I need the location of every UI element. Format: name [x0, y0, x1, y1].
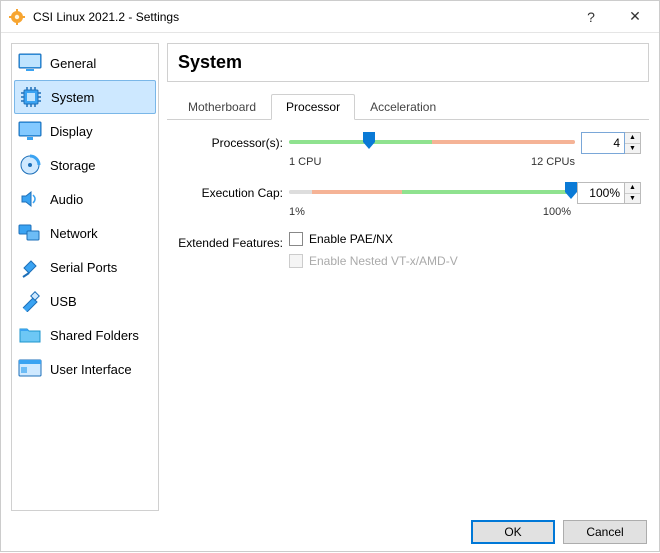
app-icon: [9, 9, 25, 25]
processors-label: Processor(s):: [171, 132, 289, 150]
sidebar-item-label: General: [50, 56, 96, 71]
processors-spinner[interactable]: ▲▼: [625, 132, 641, 154]
close-button[interactable]: ✕: [613, 2, 657, 32]
processors-input[interactable]: [581, 132, 625, 154]
execution-cap-row: Execution Cap:: [171, 182, 641, 218]
sidebar-item-label: Serial Ports: [50, 260, 117, 275]
monitor-icon: [18, 51, 42, 75]
spin-down-icon[interactable]: ▼: [625, 194, 640, 204]
exec-cap-min-label: 1%: [289, 206, 305, 218]
chip-icon: [19, 85, 43, 109]
sidebar-item-general[interactable]: General: [14, 46, 156, 80]
sidebar-item-serial-ports[interactable]: Serial Ports: [14, 250, 156, 284]
speaker-icon: [18, 187, 42, 211]
tab-processor[interactable]: Processor: [271, 94, 355, 120]
enable-pae-label: Enable PAE/NX: [309, 232, 393, 246]
content-area: General System Display Storage Audio Net…: [1, 33, 659, 511]
window-title: CSI Linux 2021.2 - Settings: [33, 10, 569, 24]
sidebar: General System Display Storage Audio Net…: [11, 43, 159, 511]
sidebar-item-label: Display: [50, 124, 93, 139]
sidebar-item-label: Audio: [50, 192, 83, 207]
exec-cap-max-label: 100%: [543, 206, 571, 218]
spin-up-icon[interactable]: ▲: [625, 133, 640, 144]
sidebar-item-label: Storage: [50, 158, 96, 173]
titlebar: CSI Linux 2021.2 - Settings ? ✕: [1, 1, 659, 33]
tab-motherboard[interactable]: Motherboard: [173, 94, 271, 120]
plug-icon: [18, 255, 42, 279]
disk-icon: [18, 153, 42, 177]
processors-slider[interactable]: [289, 132, 575, 152]
sidebar-item-label: User Interface: [50, 362, 132, 377]
settings-panel: System Motherboard Processor Acceleratio…: [167, 43, 649, 511]
sidebar-item-user-interface[interactable]: User Interface: [14, 352, 156, 386]
extended-features-row: Extended Features: Enable PAE/NX Enable …: [171, 232, 641, 276]
sidebar-item-label: USB: [50, 294, 77, 309]
execution-cap-input[interactable]: [577, 182, 625, 204]
usb-icon: [18, 289, 42, 313]
enable-nested-vtx-label: Enable Nested VT-x/AMD-V: [309, 254, 458, 268]
display-icon: [18, 119, 42, 143]
tab-acceleration[interactable]: Acceleration: [355, 94, 451, 120]
sidebar-item-usb[interactable]: USB: [14, 284, 156, 318]
enable-nested-vtx-checkbox: [289, 254, 303, 268]
sidebar-item-shared-folders[interactable]: Shared Folders: [14, 318, 156, 352]
tab-body: Processor(s):: [167, 120, 649, 298]
execution-cap-label: Execution Cap:: [171, 182, 289, 200]
sidebar-item-storage[interactable]: Storage: [14, 148, 156, 182]
enable-pae-checkbox[interactable]: [289, 232, 303, 246]
spin-up-icon[interactable]: ▲: [625, 183, 640, 194]
help-button[interactable]: ?: [569, 2, 613, 32]
processors-max-label: 12 CPUs: [531, 156, 575, 168]
slider-thumb-icon[interactable]: [361, 132, 377, 150]
tabs-bar: Motherboard Processor Acceleration: [167, 94, 649, 120]
processors-min-label: 1 CPU: [289, 156, 321, 168]
network-icon: [18, 221, 42, 245]
ok-button[interactable]: OK: [471, 520, 555, 544]
sidebar-item-label: Shared Folders: [50, 328, 139, 343]
sidebar-item-label: Network: [50, 226, 98, 241]
execution-cap-spinner[interactable]: ▲▼: [625, 182, 641, 204]
processors-row: Processor(s):: [171, 132, 641, 168]
spin-down-icon[interactable]: ▼: [625, 144, 640, 154]
ui-icon: [18, 357, 42, 381]
sidebar-item-network[interactable]: Network: [14, 216, 156, 250]
folder-icon: [18, 323, 42, 347]
sidebar-item-system[interactable]: System: [14, 80, 156, 114]
sidebar-item-label: System: [51, 90, 94, 105]
slider-thumb-icon[interactable]: [563, 182, 579, 200]
sidebar-item-display[interactable]: Display: [14, 114, 156, 148]
cancel-button[interactable]: Cancel: [563, 520, 647, 544]
extended-features-label: Extended Features:: [171, 232, 289, 250]
sidebar-item-audio[interactable]: Audio: [14, 182, 156, 216]
panel-title: System: [167, 43, 649, 82]
dialog-footer: OK Cancel: [1, 511, 659, 553]
execution-cap-slider[interactable]: [289, 182, 571, 202]
